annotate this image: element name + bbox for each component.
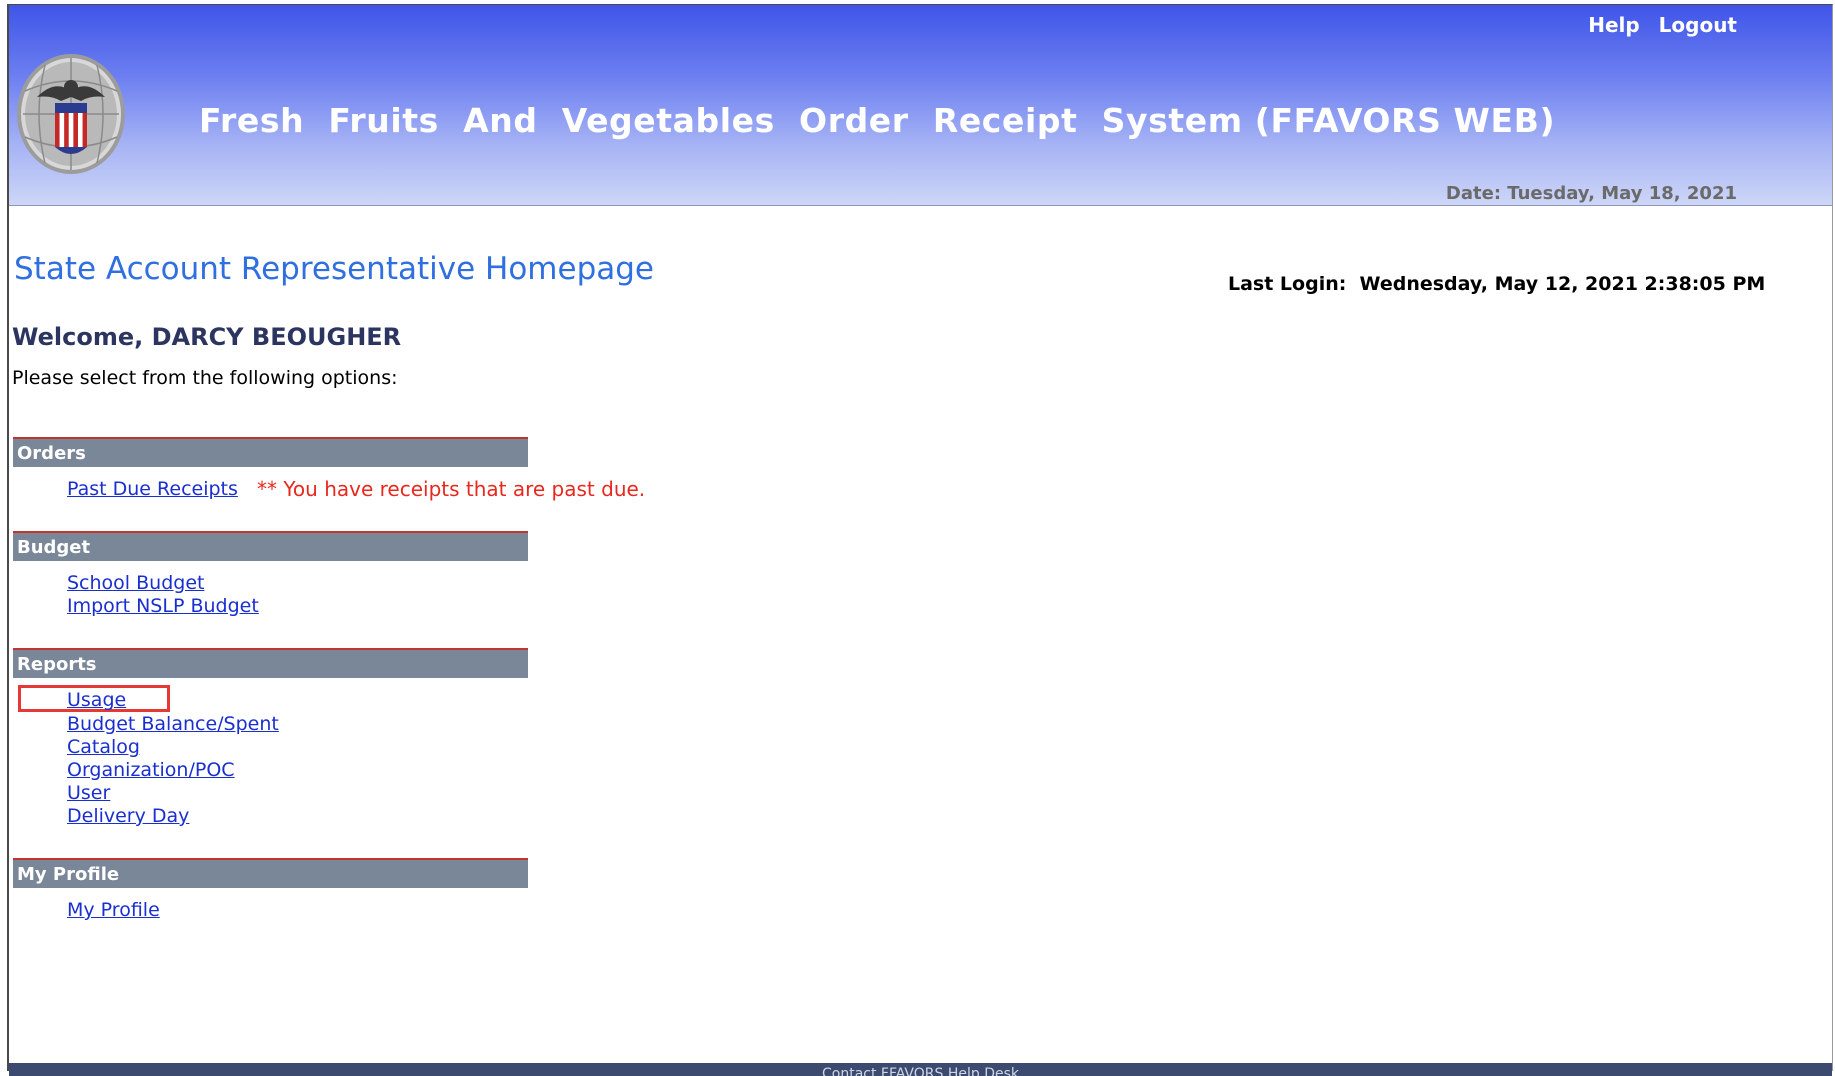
instructions: Please select from the following options… xyxy=(12,367,398,389)
school-budget-link[interactable]: School Budget xyxy=(67,572,204,594)
budget-balance-spent-link[interactable]: Budget Balance/Spent xyxy=(67,713,279,735)
help-link[interactable]: Help xyxy=(1588,13,1639,37)
footer: Contact FFAVORS Help Desk xyxy=(9,1063,1832,1076)
app-title: Fresh Fruits And Vegetables Order Receip… xyxy=(199,101,1556,140)
past-due-warning: ** You have receipts that are past due. xyxy=(257,477,646,501)
page-title: State Account Representative Homepage xyxy=(14,251,654,287)
section-header-my-profile: My Profile xyxy=(13,858,528,888)
dla-seal-icon xyxy=(17,54,125,174)
welcome-message: Welcome, DARCY BEOUGHER xyxy=(12,323,402,351)
site-header: Help Logout Fresh Fruits And Vegetables … xyxy=(9,5,1832,206)
top-links: Help Logout xyxy=(1576,13,1737,37)
section-header-reports: Reports xyxy=(13,648,528,678)
current-date: Date: Tuesday, May 18, 2021 xyxy=(1445,183,1737,204)
organization-poc-link[interactable]: Organization/POC xyxy=(67,759,235,781)
past-due-receipts-link[interactable]: Past Due Receipts xyxy=(67,478,238,500)
user-report-link[interactable]: User xyxy=(67,782,110,804)
usage-report-link[interactable]: Usage xyxy=(67,689,126,711)
my-profile-link[interactable]: My Profile xyxy=(67,899,160,921)
logout-link[interactable]: Logout xyxy=(1659,13,1737,37)
help-desk-link[interactable]: Contact FFAVORS Help Desk xyxy=(822,1066,1019,1076)
section-header-budget: Budget xyxy=(13,531,528,561)
page-frame: Help Logout Fresh Fruits And Vegetables … xyxy=(7,4,1833,1076)
catalog-report-link[interactable]: Catalog xyxy=(67,736,140,758)
section-header-orders: Orders xyxy=(13,437,528,467)
last-login: Last Login: Wednesday, May 12, 2021 2:38… xyxy=(1228,273,1766,295)
delivery-day-link[interactable]: Delivery Day xyxy=(67,805,189,827)
import-nslp-budget-link[interactable]: Import NSLP Budget xyxy=(67,595,259,617)
